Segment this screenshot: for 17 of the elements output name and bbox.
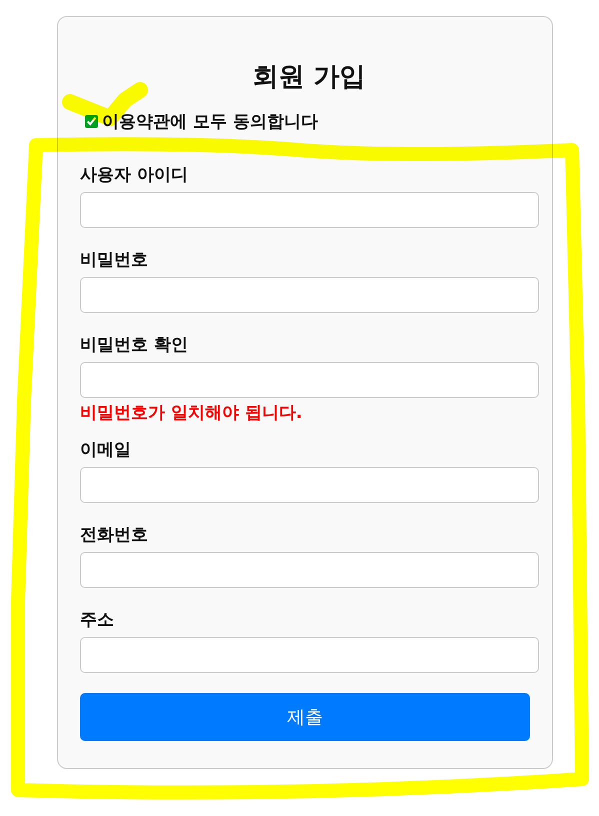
- input-field[interactable]: [80, 277, 539, 313]
- input-field[interactable]: [80, 552, 539, 588]
- input-field[interactable]: [80, 192, 539, 228]
- field-label: 비밀번호 확인: [80, 334, 189, 356]
- error-message: 비밀번호가 일치해야 됩니다.: [80, 402, 304, 424]
- field-label: 주소: [80, 609, 115, 631]
- checkbox[interactable]: [85, 115, 98, 128]
- field-label: 이메일: [80, 439, 132, 461]
- submit-button[interactable]: 제출: [80, 693, 530, 741]
- input-field[interactable]: [80, 362, 539, 398]
- field-label: 사용자 아이디: [80, 164, 189, 186]
- input-field[interactable]: [80, 467, 539, 503]
- field-label: 전화번호: [80, 524, 149, 546]
- field-label: 비밀번호: [80, 249, 149, 271]
- form-title: 회원 가입: [251, 61, 367, 94]
- input-field[interactable]: [80, 637, 539, 673]
- checkbox-label: 이용약관에 모두 동의합니다: [102, 111, 318, 133]
